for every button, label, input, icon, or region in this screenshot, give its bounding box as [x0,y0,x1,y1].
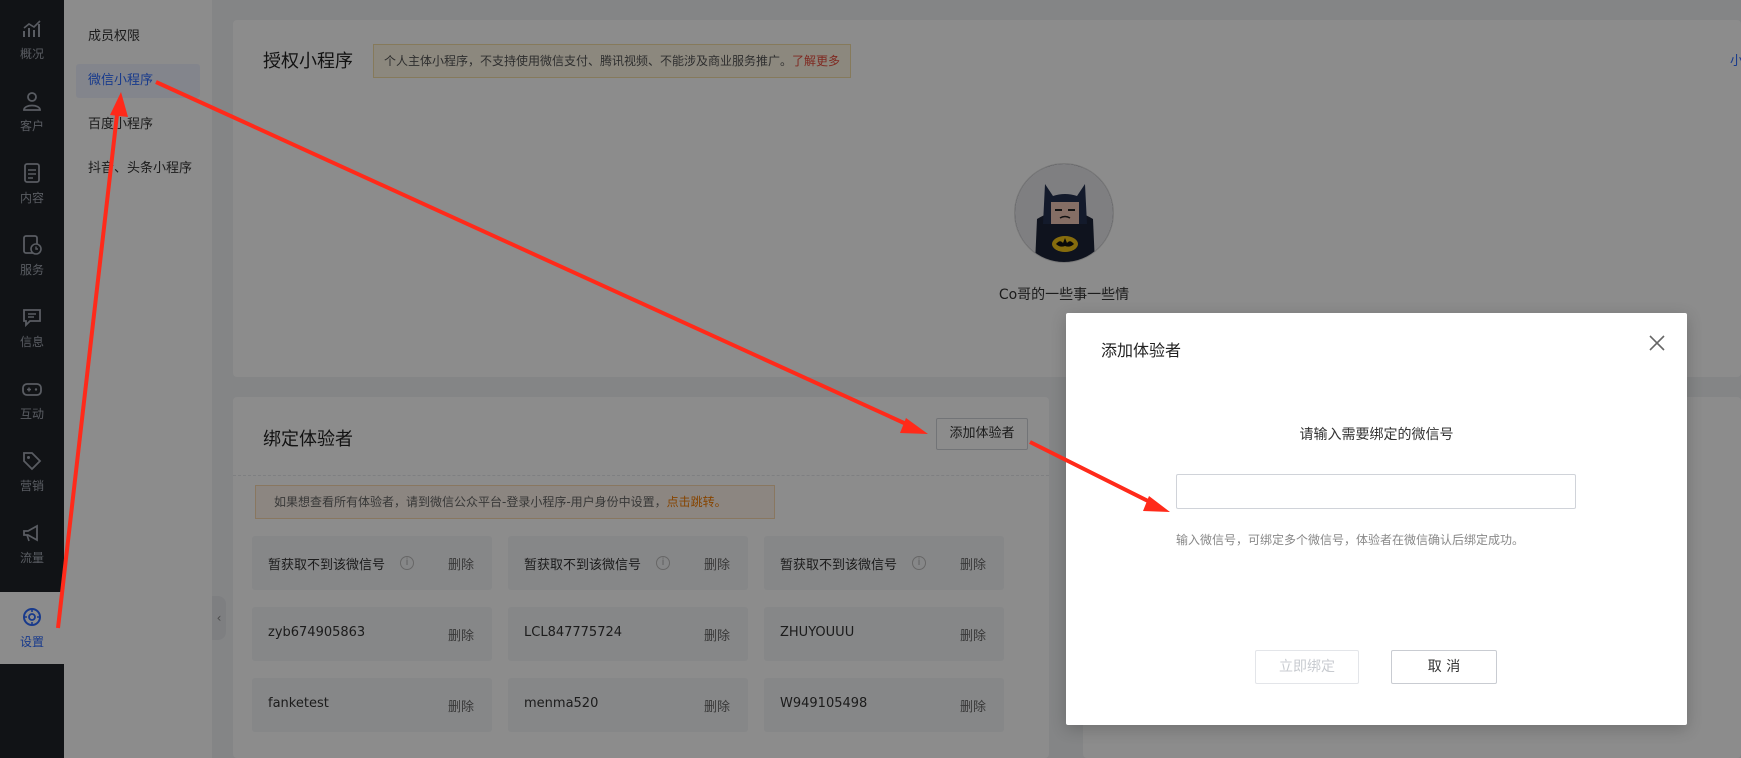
bind-now-button[interactable]: 立即绑定 [1255,650,1359,684]
close-icon[interactable] [1645,331,1669,355]
dialog-hint: 输入微信号，可绑定多个微信号，体验者在微信确认后绑定成功。 [1176,533,1525,547]
cancel-button[interactable]: 取 消 [1391,650,1497,684]
add-tester-dialog: 添加体验者 请输入需要绑定的微信号 输入微信号，可绑定多个微信号，体验者在微信确… [1066,313,1687,725]
dialog-prompt: 请输入需要绑定的微信号 [1299,427,1454,443]
dialog-title: 添加体验者 [1101,341,1182,360]
wechat-id-input[interactable] [1176,474,1576,509]
